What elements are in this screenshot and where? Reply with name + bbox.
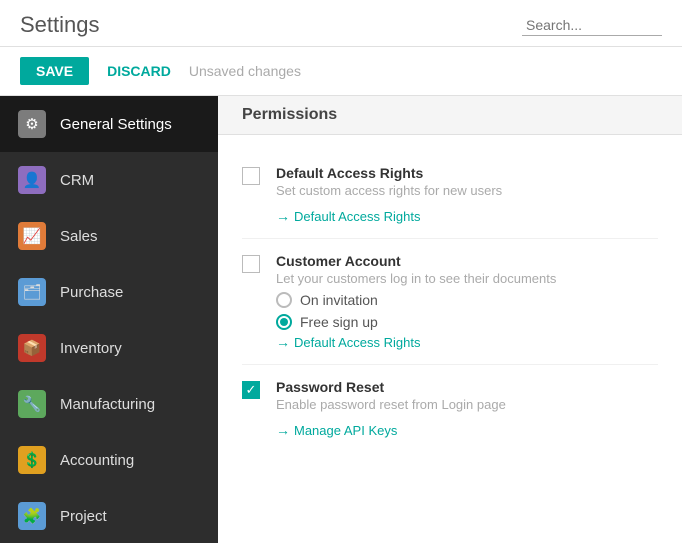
- accounting-icon: 💲: [18, 446, 46, 474]
- checkbox-customer-account[interactable]: [242, 255, 260, 273]
- setting-link-default-access[interactable]: Default Access Rights: [276, 208, 420, 224]
- setting-title-password-reset: Password Reset: [276, 379, 658, 395]
- sidebar-item-crm[interactable]: 👤 CRM: [0, 152, 218, 208]
- setting-link-password-reset[interactable]: Manage API Keys: [276, 422, 397, 438]
- sidebar-item-sales[interactable]: 📈 Sales: [0, 208, 218, 264]
- general-icon: ⚙: [18, 110, 46, 138]
- header: Settings: [0, 0, 682, 47]
- main-content: Permissions Default Access Rights Set cus…: [218, 96, 682, 543]
- sidebar-label-accounting: Accounting: [60, 452, 134, 469]
- project-icon: 🧩: [18, 502, 46, 530]
- setting-link-customer-account[interactable]: Default Access Rights: [276, 334, 420, 350]
- sidebar-label-manufacturing: Manufacturing: [60, 396, 155, 413]
- setting-row-customer-account: Customer Account Let your customers log i…: [242, 239, 658, 365]
- page-title: Settings: [20, 12, 100, 38]
- sidebar-label-inventory: Inventory: [60, 340, 122, 357]
- radio-option-free-signup[interactable]: Free sign up: [276, 314, 658, 330]
- sidebar-item-accounting[interactable]: 💲 Accounting: [0, 432, 218, 488]
- save-button[interactable]: SAVE: [20, 57, 89, 85]
- sidebar-label-sales: Sales: [60, 228, 98, 245]
- setting-info-password-reset: Password Reset Enable password reset from…: [276, 379, 658, 438]
- sidebar-item-project[interactable]: 🧩 Project: [0, 488, 218, 543]
- toolbar: SAVE DISCARD Unsaved changes: [0, 47, 682, 96]
- crm-icon: 👤: [18, 166, 46, 194]
- settings-list: Default Access Rights Set custom access r…: [218, 135, 682, 468]
- sidebar-item-purchase[interactable]: 🗂 Purchase: [0, 264, 218, 320]
- sales-icon: 📈: [18, 222, 46, 250]
- setting-row-password-reset: ✓ Password Reset Enable password reset fro…: [242, 365, 658, 452]
- discard-button[interactable]: DISCARD: [99, 57, 179, 85]
- radio-circle-on-invitation: [276, 292, 292, 308]
- sidebar-item-manufacturing[interactable]: 🔧 Manufacturing: [0, 376, 218, 432]
- setting-title-customer-account: Customer Account: [276, 253, 658, 269]
- radio-group-customer-account: On invitation Free sign up: [276, 292, 658, 330]
- sidebar-label-purchase: Purchase: [60, 284, 123, 301]
- sidebar-item-inventory[interactable]: 📦 Inventory: [0, 320, 218, 376]
- sidebar: ⚙ General Settings 👤 CRM 📈 Sales 🗂 Purchase 📦 Inv…: [0, 96, 218, 543]
- sidebar-item-general[interactable]: ⚙ General Settings: [0, 96, 218, 152]
- search-input[interactable]: [522, 15, 662, 36]
- section-title: Permissions: [218, 96, 682, 135]
- setting-row-default-access: Default Access Rights Set custom access r…: [242, 151, 658, 239]
- inventory-icon: 📦: [18, 334, 46, 362]
- radio-label-on-invitation: On invitation: [300, 292, 378, 308]
- checkbox-default-access[interactable]: [242, 167, 260, 185]
- setting-info-default-access: Default Access Rights Set custom access r…: [276, 165, 658, 224]
- unsaved-changes-label: Unsaved changes: [189, 63, 301, 79]
- setting-title-default-access: Default Access Rights: [276, 165, 658, 181]
- sidebar-label-general: General Settings: [60, 116, 172, 133]
- sidebar-label-crm: CRM: [60, 172, 94, 189]
- manufacturing-icon: 🔧: [18, 390, 46, 418]
- checkbox-password-reset[interactable]: ✓: [242, 381, 260, 399]
- radio-label-free-signup: Free sign up: [300, 314, 378, 330]
- radio-option-on-invitation[interactable]: On invitation: [276, 292, 658, 308]
- setting-desc-password-reset: Enable password reset from Login page: [276, 397, 658, 412]
- setting-desc-customer-account: Let your customers log in to see their d…: [276, 271, 658, 286]
- purchase-icon: 🗂: [18, 278, 46, 306]
- sidebar-label-project: Project: [60, 508, 107, 525]
- setting-info-customer-account: Customer Account Let your customers log i…: [276, 253, 658, 350]
- layout: ⚙ General Settings 👤 CRM 📈 Sales 🗂 Purchase 📦 Inv…: [0, 96, 682, 543]
- radio-circle-free-signup: [276, 314, 292, 330]
- setting-desc-default-access: Set custom access rights for new users: [276, 183, 658, 198]
